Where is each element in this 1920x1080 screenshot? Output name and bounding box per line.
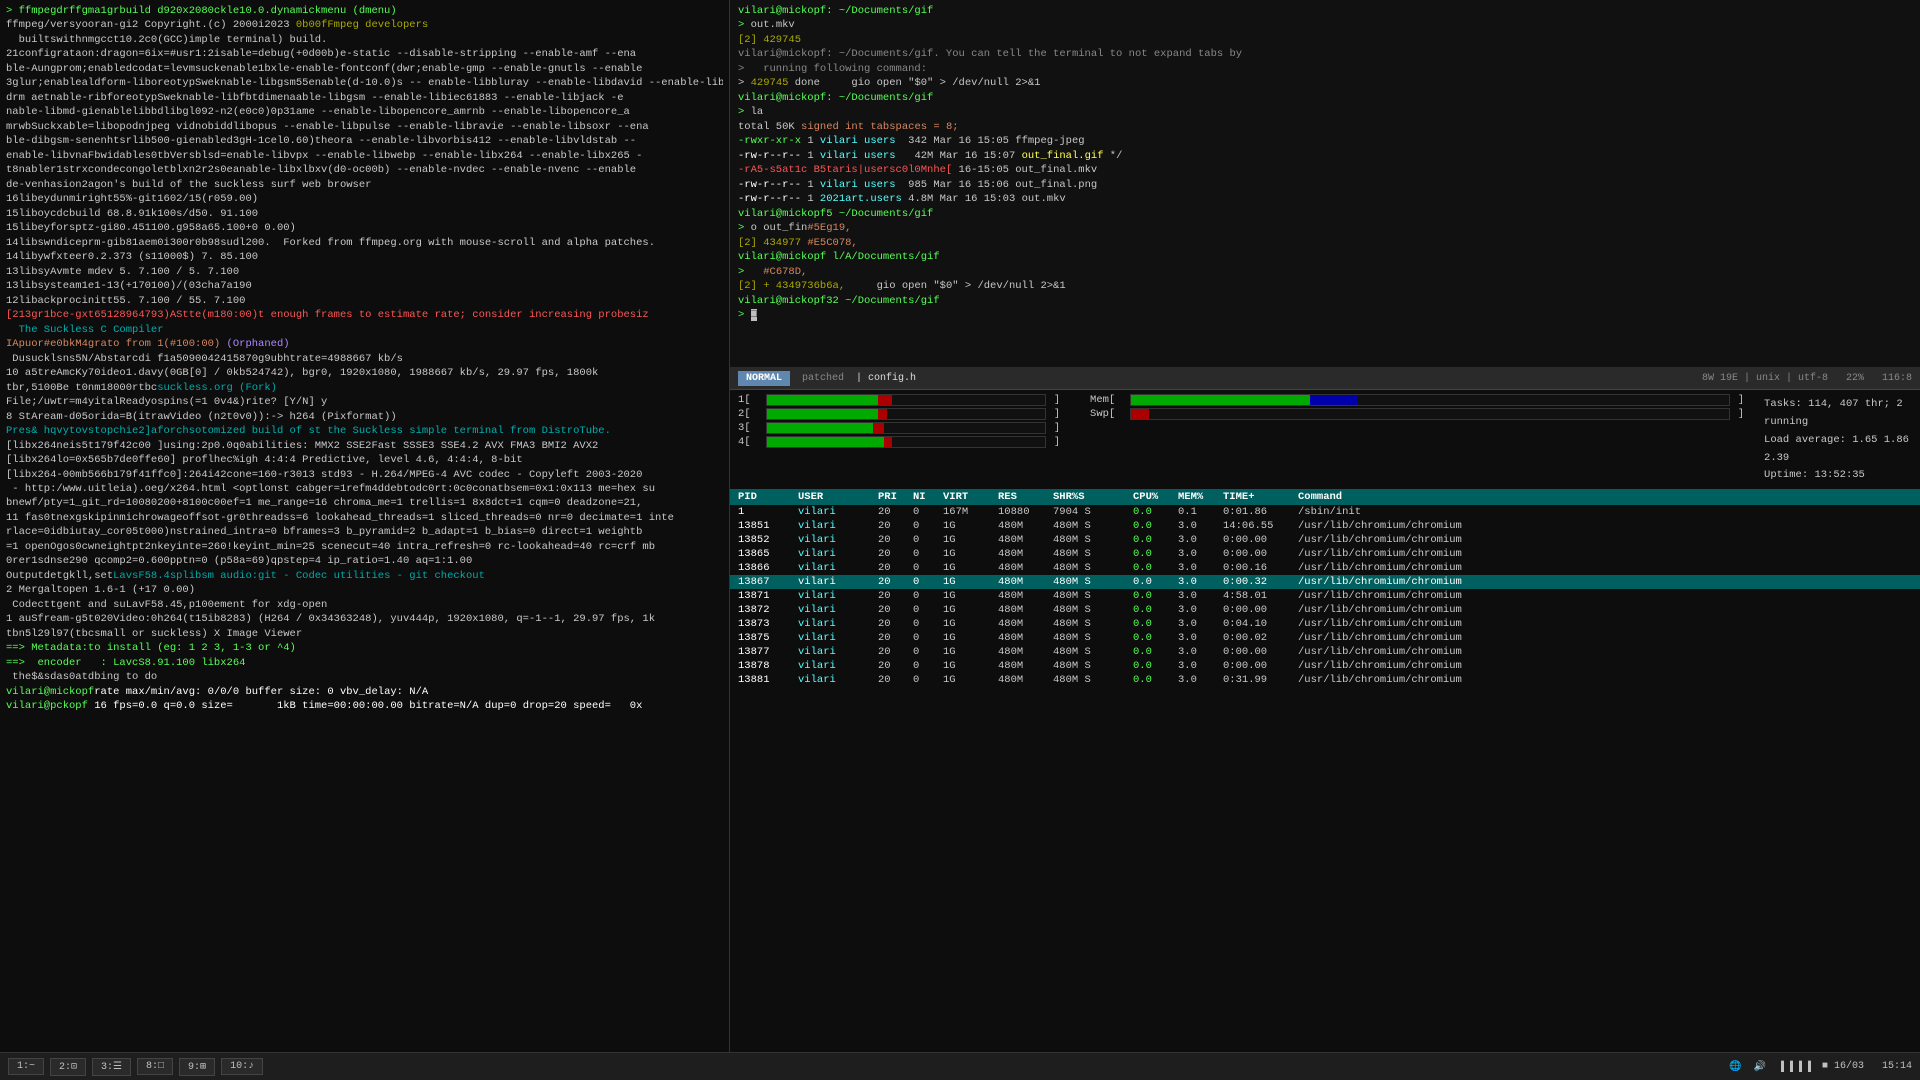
htop-cpu-bars: 1[ ] 2[ — [738, 394, 1060, 485]
col-shr: SHR%S — [1053, 491, 1133, 503]
cpu2-label: 2[ — [738, 408, 766, 420]
htop-uptime: Uptime: 13:52:35 — [1764, 467, 1912, 485]
vim-filename: | config.h — [856, 373, 916, 384]
workspace-2[interactable]: 2:⊡ — [50, 1058, 86, 1076]
system-taskbar: 1:~ 2:⊡ 3:☰ 8:□ 9:⊞ 10:♪ 🌐 🔊 ▐▐▐▐ ■ 16/0… — [0, 1052, 1920, 1080]
htop-table-header: PID USER PRI NI VIRT RES SHR%S CPU% MEM%… — [730, 489, 1920, 505]
screen: > ffmpegdrffgma1grbuild d920x2080ckle10.… — [0, 0, 1920, 1080]
system-datetime: ■ 16/03 15:14 — [1822, 1061, 1912, 1072]
table-row[interactable]: 13852vilari2001G480M480M S0.03.00:00.00/… — [730, 533, 1920, 547]
htop-panel: 1[ ] 2[ — [730, 390, 1920, 1052]
mem-bar — [1130, 394, 1730, 406]
taskbar-left: 1:~ 2:⊡ 3:☰ 8:□ 9:⊞ 10:♪ — [8, 1058, 1725, 1076]
vim-fileinfo: 8W 19E | unix | utf-8 22% 116:8 — [1702, 373, 1912, 384]
workspace-9[interactable]: 9:⊞ — [179, 1058, 215, 1076]
col-pid: PID — [738, 491, 798, 503]
cpu4-bar — [766, 436, 1046, 448]
cpu3-val: ] — [1054, 423, 1060, 434]
htop-process-list: 1vilari200167M108807904 S0.00.10:01.86/s… — [730, 505, 1920, 1052]
workspace-10[interactable]: 10:♪ — [221, 1058, 263, 1075]
col-res: RES — [998, 491, 1053, 503]
col-pri: PRI — [878, 491, 913, 503]
cpu4-label: 4[ — [738, 436, 766, 448]
cpu1-val: ] — [1054, 395, 1060, 406]
col-user: USER — [798, 491, 878, 503]
table-row[interactable]: 13851vilari2001G480M480M S0.03.014:06.55… — [730, 519, 1920, 533]
table-row[interactable]: 13878vilari2001G480M480M S0.03.00:00.00/… — [730, 659, 1920, 673]
left-panel: > ffmpegdrffgma1grbuild d920x2080ckle10.… — [0, 0, 730, 1052]
main-area: > ffmpegdrffgma1grbuild d920x2080ckle10.… — [0, 0, 1920, 1052]
git-branch: patched — [802, 373, 844, 384]
top-right-panel: vilari@mickopf: ~/Documents/gif > out.mk… — [730, 0, 1920, 390]
cpu1-label: 1[ — [738, 394, 766, 406]
table-row[interactable]: 13872vilari2001G480M480M S0.03.00:00.00/… — [730, 603, 1920, 617]
left-terminal: > ffmpegdrffgma1grbuild d920x2080ckle10.… — [0, 0, 729, 1052]
htop-mem-stats: Mem[ ] Swp[ — [1090, 394, 1912, 485]
table-row[interactable]: 13866vilari2001G480M480M S0.03.00:00.16/… — [730, 561, 1920, 575]
cpu3-bar — [766, 422, 1046, 434]
table-row[interactable]: 13865vilari2001G480M480M S0.03.00:00.00/… — [730, 547, 1920, 561]
taskbar-right: 🌐 🔊 ▐▐▐▐ ■ 16/03 15:14 — [1729, 1061, 1912, 1073]
swp-val: ] — [1738, 409, 1744, 420]
col-cmd: Command — [1298, 491, 1912, 503]
swp-bar — [1130, 408, 1730, 420]
table-row[interactable]: 13877vilari2001G480M480M S0.03.00:00.00/… — [730, 645, 1920, 659]
workspace-8[interactable]: 8:□ — [137, 1058, 173, 1075]
table-row[interactable]: 13873vilari2001G480M480M S0.03.00:04.10/… — [730, 617, 1920, 631]
mem-label: Mem[ — [1090, 394, 1130, 406]
htop-cpu-mem-area: 1[ ] 2[ — [730, 390, 1920, 485]
table-row[interactable]: 13867vilari2001G480M480M S0.03.00:00.32/… — [730, 575, 1920, 589]
sys-tray-icons: 🌐 🔊 ▐▐▐▐ — [1729, 1061, 1814, 1073]
htop-stats: Tasks: 114, 407 thr; 2 running Load aver… — [1764, 394, 1912, 485]
col-virt: VIRT — [943, 491, 998, 503]
swp-label: Swp[ — [1090, 408, 1130, 420]
table-row[interactable]: 1vilari200167M108807904 S0.00.10:01.86/s… — [730, 505, 1920, 519]
workspace-1[interactable]: 1:~ — [8, 1058, 44, 1075]
cpu3-label: 3[ — [738, 422, 766, 434]
htop-mem-bars: Mem[ ] Swp[ — [1090, 394, 1744, 485]
cpu4-val: ] — [1054, 437, 1060, 448]
col-time: TIME+ — [1223, 491, 1298, 503]
col-cpu: CPU% — [1133, 491, 1178, 503]
vim-mode: NORMAL — [738, 371, 790, 386]
neovim-statusline: NORMAL patched | config.h 8W 19E | unix … — [730, 367, 1920, 389]
htop-load: Load average: 1.65 1.86 2.39 — [1764, 432, 1912, 468]
htop-tasks: Tasks: 114, 407 thr; 2 running — [1764, 396, 1912, 432]
col-mem: MEM% — [1178, 491, 1223, 503]
col-ni: NI — [913, 491, 943, 503]
cpu2-bar — [766, 408, 1046, 420]
top-right-terminal: vilari@mickopf: ~/Documents/gif > out.mk… — [730, 0, 1920, 360]
workspace-3[interactable]: 3:☰ — [92, 1058, 131, 1076]
mem-val: ] — [1738, 395, 1744, 406]
table-row[interactable]: 13881vilari2001G480M480M S0.03.00:31.99/… — [730, 673, 1920, 687]
right-panel: vilari@mickopf: ~/Documents/gif > out.mk… — [730, 0, 1920, 1052]
cpu2-val: ] — [1054, 409, 1060, 420]
table-row[interactable]: 13875vilari2001G480M480M S0.03.00:00.02/… — [730, 631, 1920, 645]
table-row[interactable]: 13871vilari2001G480M480M S0.03.04:58.01/… — [730, 589, 1920, 603]
cpu1-bar — [766, 394, 1046, 406]
